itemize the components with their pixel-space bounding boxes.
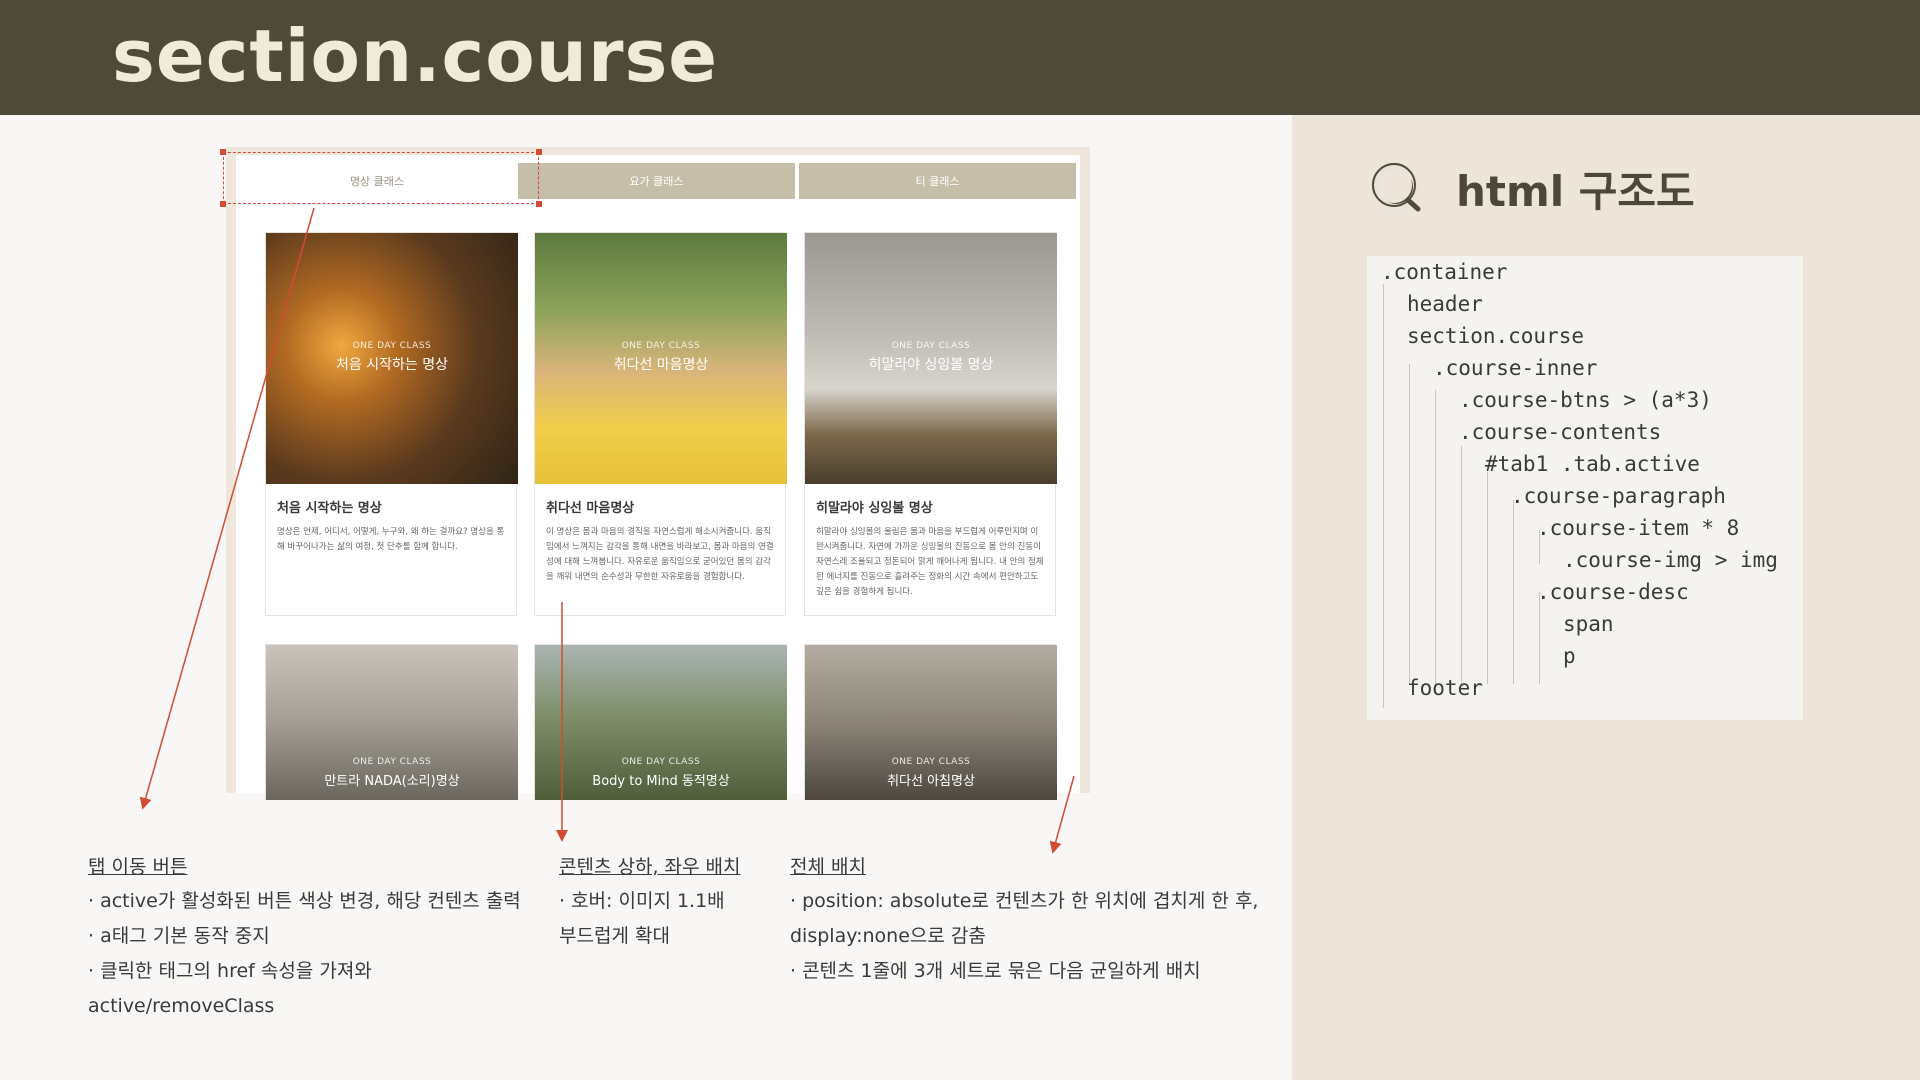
note-tab-line: · a태그 기본 동작 중지 (88, 925, 270, 947)
note-content-line: 부드럽게 확대 (559, 925, 670, 947)
note-layout-heading: 전체 배치 (790, 856, 866, 878)
search-icon (1368, 159, 1426, 217)
tree-node: .course-btns > (a*3) (1459, 388, 1712, 412)
page-title: section.course (112, 14, 719, 98)
note-tab-line: active/removeClass (88, 995, 275, 1017)
tree-node: .course-paragraph (1511, 484, 1726, 508)
course-section-preview: 명상 클래스 요가 클래스 티 클래스 ONE DAY CLASS 처음 시작하는… (226, 147, 1090, 800)
course-image: ONE DAY CLASS 히말라야 싱잉볼 명상 (805, 233, 1057, 484)
course-title: 히말라야 싱잉볼 명상 (816, 501, 933, 516)
course-image: ONE DAY CLASS 취다선 마음명상 (535, 233, 787, 484)
course-desc: 히말라야 싱잉볼의 울림은 몸과 마음을 부드럽게 어루만지며 이완시켜줍니다.… (816, 527, 1044, 597)
course-image: ONE DAY CLASS 만트라 NADA(소리)명상 (266, 645, 518, 800)
tree-node: .container (1381, 260, 1508, 284)
tab-yoga[interactable]: 요가 클래스 (518, 163, 795, 199)
course-title: 처음 시작하는 명상 (277, 501, 382, 516)
course-image: ONE DAY CLASS Body to Mind 동적명상 (535, 645, 787, 800)
note-layout-line: · position: absolute로 컨텐츠가 한 위치에 겹치게 한 후… (790, 890, 1259, 912)
active-tab-highlight (220, 149, 542, 207)
tree-node: p (1563, 644, 1576, 668)
note-layout-line: display:none으로 감춤 (790, 925, 986, 947)
structure-title: html 구조도 (1368, 158, 1695, 218)
tab-tea[interactable]: 티 클래스 (799, 163, 1076, 199)
tree-node: #tab1 .tab.active (1485, 452, 1700, 476)
html-tree: .container header section.course .course… (1367, 256, 1803, 720)
course-item[interactable]: ONE DAY CLASS 취다선 마음명상 취다선 마음명상 이 명상은 몸과 … (534, 232, 787, 616)
course-item[interactable]: ONE DAY CLASS 취다선 아침명상 (804, 644, 1057, 800)
note-tab-line: · 클릭한 태그의 href 속성을 가져와 (88, 960, 372, 982)
note-content-heading: 콘텐츠 상하, 좌우 배치 (559, 856, 741, 878)
structure-heading: html 구조도 (1456, 166, 1695, 216)
note-tab-heading: 탭 이동 버튼 (88, 856, 188, 878)
tree-node: .course-img > img (1563, 548, 1778, 572)
tree-node: .course-desc (1537, 580, 1689, 604)
tree-node: header (1407, 292, 1483, 316)
note-layout-line: · 콘텐츠 1줄에 3개 세트로 묶은 다음 균일하게 배치 (790, 960, 1201, 982)
tree-node: .course-contents (1459, 420, 1662, 444)
tree-node: footer (1407, 676, 1483, 700)
title-bar: section.course (0, 0, 1920, 115)
tree-node: .course-item * 8 (1537, 516, 1740, 540)
tree-node: span (1563, 612, 1614, 636)
course-image: ONE DAY CLASS 취다선 아침명상 (805, 645, 1057, 800)
course-item[interactable]: ONE DAY CLASS 만트라 NADA(소리)명상 (265, 644, 518, 800)
course-title: 취다선 마음명상 (546, 501, 635, 516)
course-item[interactable]: ONE DAY CLASS 처음 시작하는 명상 처음 시작하는 명상 명상은 언… (265, 232, 518, 616)
tree-node: .course-inner (1433, 356, 1598, 380)
note-tab-line: · active가 활성화된 버튼 색상 변경, 해당 컨텐츠 출력 (88, 890, 521, 912)
note-content-line: · 호버: 이미지 1.1배 (559, 890, 725, 912)
course-desc: 명상은 언제, 어디서, 어떻게, 누구와, 왜 하는 걸까요? 명상을 통해 … (277, 527, 505, 552)
course-item[interactable]: ONE DAY CLASS 히말라야 싱잉볼 명상 히말라야 싱잉볼 명상 히말라… (804, 232, 1057, 616)
course-desc: 이 명상은 몸과 마음의 경직을 자연스럽게 해소시켜줍니다. 움직임에서 느껴… (546, 527, 774, 582)
tree-node: section.course (1407, 324, 1585, 348)
course-image: ONE DAY CLASS 처음 시작하는 명상 (266, 233, 518, 484)
course-item[interactable]: ONE DAY CLASS Body to Mind 동적명상 (534, 644, 787, 800)
course-inner: 명상 클래스 요가 클래스 티 클래스 ONE DAY CLASS 처음 시작하는… (236, 155, 1080, 800)
